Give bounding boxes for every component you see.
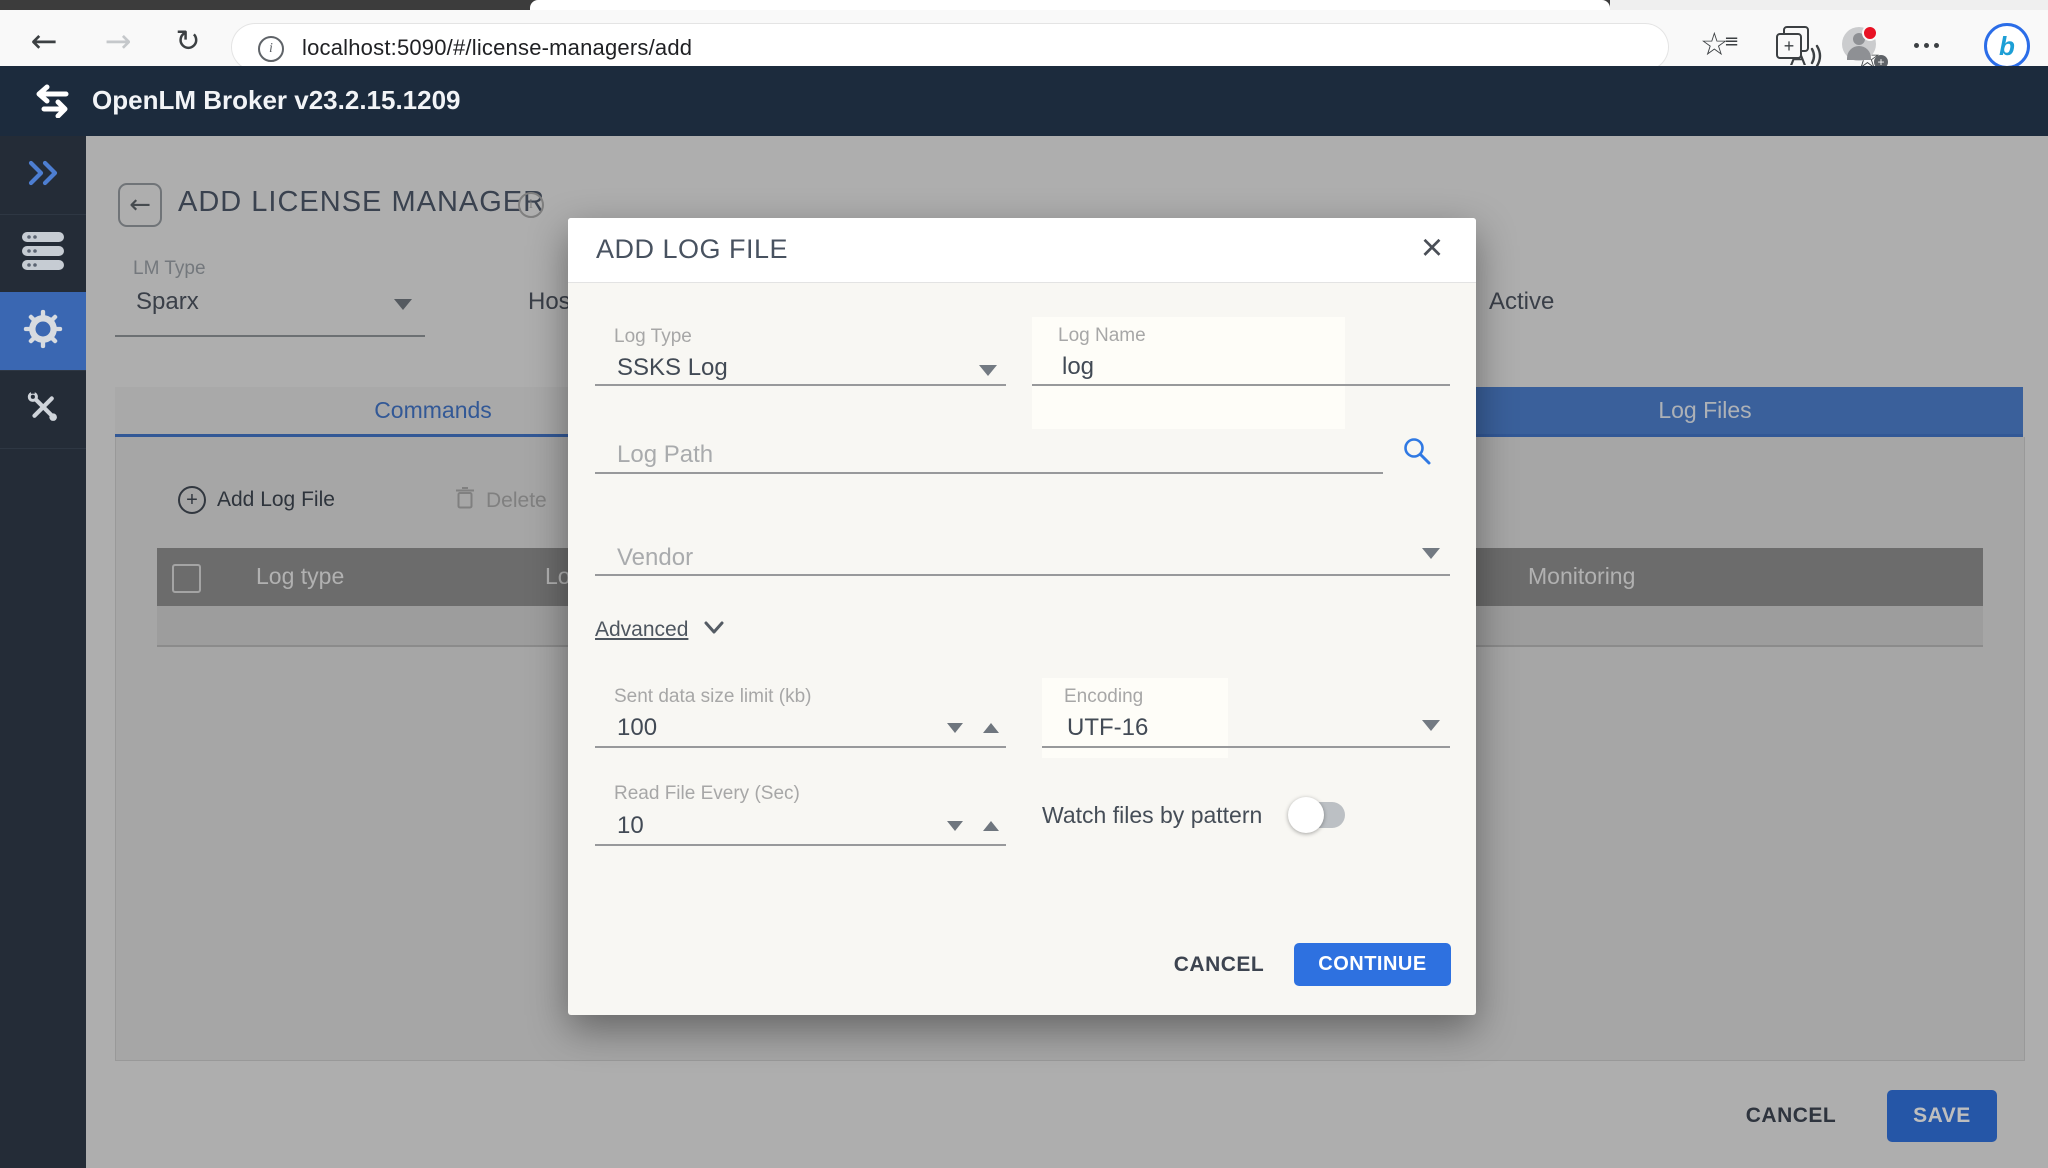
sent-limit-label: Sent data size limit (kb) bbox=[614, 686, 811, 708]
collections-icon[interactable]: + bbox=[1776, 32, 1808, 64]
bing-icon[interactable]: b bbox=[1984, 23, 2030, 69]
log-name-label: Log Name bbox=[1058, 325, 1146, 347]
sidebar-item-expand[interactable] bbox=[0, 136, 86, 215]
dialog-cancel-button[interactable]: CANCEL bbox=[1154, 945, 1284, 985]
encoding-label: Encoding bbox=[1064, 686, 1143, 708]
encoding-select[interactable]: UTF-16 bbox=[1067, 714, 1148, 742]
chevron-down-icon[interactable] bbox=[1422, 720, 1440, 731]
add-log-file-dialog: ADD LOG FILE × Log Type SSKS Log Log Nam… bbox=[568, 218, 1476, 1015]
servers-icon bbox=[21, 231, 65, 276]
encoding-underline bbox=[1042, 746, 1450, 748]
swap-arrows-icon bbox=[30, 84, 72, 123]
toggle-knob bbox=[1288, 797, 1324, 833]
app-title: OpenLM Broker v23.2.15.1209 bbox=[92, 85, 461, 116]
log-path-input[interactable]: Log Path bbox=[617, 441, 713, 469]
log-type-select[interactable]: SSKS Log bbox=[617, 354, 728, 382]
favorites-bar-icon[interactable]: ☆≡ bbox=[1700, 25, 1729, 63]
browser-tab-strip bbox=[0, 0, 2048, 10]
log-name-underline bbox=[1032, 384, 1450, 386]
log-type-underline bbox=[595, 384, 1006, 386]
gear-icon bbox=[23, 309, 63, 354]
chevron-down-icon[interactable] bbox=[979, 365, 997, 376]
read-every-input[interactable]: 10 bbox=[617, 812, 644, 840]
dialog-continue-button[interactable]: CONTINUE bbox=[1294, 943, 1451, 986]
forward-icon[interactable]: → bbox=[96, 24, 140, 58]
refresh-icon[interactable]: ↻ bbox=[166, 24, 210, 58]
address-bar[interactable]: i localhost:5090/#/license-managers/add … bbox=[232, 24, 1668, 70]
double-chevron-right-icon bbox=[26, 158, 60, 193]
dialog-header: ADD LOG FILE × bbox=[568, 218, 1476, 283]
vendor-underline bbox=[595, 574, 1450, 576]
browser-toolbar: ← → ↻ i localhost:5090/#/license-manager… bbox=[0, 10, 2048, 67]
watch-pattern-toggle[interactable] bbox=[1293, 802, 1345, 828]
log-type-label: Log Type bbox=[614, 326, 692, 348]
browser-active-tab[interactable] bbox=[530, 0, 1610, 10]
close-icon[interactable]: × bbox=[1410, 226, 1454, 270]
app-header: OpenLM Broker v23.2.15.1209 bbox=[0, 66, 2048, 136]
sidebar-item-tools[interactable] bbox=[0, 370, 86, 449]
wrench-icon bbox=[24, 388, 62, 431]
spinner-up-icon[interactable] bbox=[983, 723, 999, 733]
sent-limit-input[interactable]: 100 bbox=[617, 714, 657, 742]
watch-pattern-label: Watch files by pattern bbox=[1042, 802, 1262, 829]
profile-icon[interactable] bbox=[1842, 27, 1876, 61]
dialog-title: ADD LOG FILE bbox=[596, 234, 788, 265]
search-icon[interactable] bbox=[1402, 436, 1432, 471]
more-icon[interactable] bbox=[1914, 30, 1939, 60]
read-every-underline bbox=[595, 844, 1006, 846]
notification-dot bbox=[1862, 25, 1878, 41]
spinner-up-icon[interactable] bbox=[983, 821, 999, 831]
sidebar bbox=[0, 136, 86, 1168]
sent-limit-underline bbox=[595, 746, 1006, 748]
sidebar-item-settings[interactable] bbox=[0, 292, 86, 371]
chevron-down-icon bbox=[702, 620, 726, 641]
log-name-input[interactable]: log bbox=[1062, 353, 1094, 381]
back-icon[interactable]: ← bbox=[22, 24, 66, 58]
browser-tab-strip-end bbox=[1610, 0, 2048, 10]
chevron-down-icon[interactable] bbox=[1422, 548, 1440, 559]
spinner-down-icon[interactable] bbox=[947, 821, 963, 831]
sidebar-item-license-managers[interactable] bbox=[0, 214, 86, 293]
advanced-toggle[interactable]: Advanced bbox=[595, 618, 726, 642]
read-every-label: Read File Every (Sec) bbox=[614, 783, 800, 805]
advanced-label: Advanced bbox=[595, 618, 688, 642]
log-path-underline bbox=[595, 472, 1383, 474]
vendor-select[interactable]: Vendor bbox=[617, 544, 693, 572]
url-text[interactable]: localhost:5090/#/license-managers/add bbox=[302, 35, 692, 61]
spinner-down-icon[interactable] bbox=[947, 723, 963, 733]
site-info-icon[interactable]: i bbox=[258, 36, 284, 62]
